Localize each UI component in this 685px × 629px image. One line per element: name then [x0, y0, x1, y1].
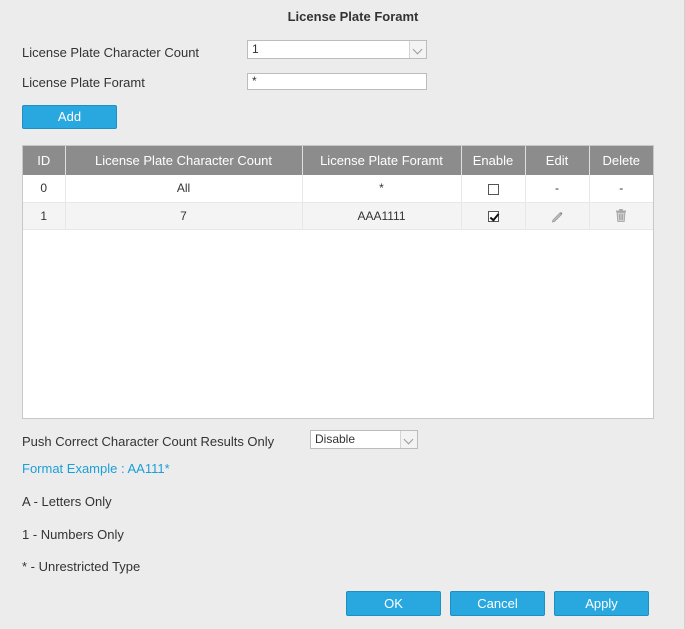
trash-icon[interactable] [614, 208, 628, 223]
chevron-down-icon [400, 431, 417, 448]
cell-enable [461, 175, 526, 203]
cell-char-count: 7 [65, 202, 303, 230]
header-delete: Delete [589, 146, 653, 175]
char-count-label: License Plate Character Count [22, 45, 200, 60]
help-numbers: 1 - Numbers Only [22, 527, 124, 542]
cell-delete [589, 202, 653, 230]
ok-button[interactable]: OK [346, 591, 441, 616]
push-value: Disable [315, 432, 356, 446]
enable-checkbox[interactable] [487, 210, 499, 222]
header-format: License Plate Foramt [302, 146, 462, 175]
header-enable: Enable [461, 146, 526, 175]
cell-char-count: All [65, 175, 303, 203]
push-select[interactable]: Disable [310, 430, 418, 449]
pencil-icon[interactable] [550, 209, 564, 223]
dialog: License Plate Foramt License Plate Chara… [0, 0, 685, 629]
apply-button[interactable]: Apply [554, 591, 649, 616]
cell-edit: - [525, 175, 590, 203]
help-unrestricted: * - Unrestricted Type [22, 559, 141, 574]
format-label: License Plate Foramt [22, 75, 145, 90]
dialog-title: License Plate Foramt [287, 9, 419, 24]
cell-enable [461, 202, 526, 230]
format-example: Format Example : AA111* [22, 461, 170, 476]
table-header-row: ID License Plate Character Count License… [23, 146, 653, 175]
help-letters: A - Letters Only [22, 494, 112, 509]
push-label: Push Correct Character Count Results Onl… [22, 434, 275, 449]
header-char-count: License Plate Character Count [65, 146, 303, 175]
chevron-down-icon [409, 41, 426, 58]
cell-format: AAA1111 [302, 202, 462, 230]
cell-delete: - [589, 175, 653, 203]
format-table: ID License Plate Character Count License… [22, 145, 654, 419]
header-id: ID [23, 146, 66, 175]
cell-id: 1 [23, 202, 66, 230]
cancel-button[interactable]: Cancel [450, 591, 545, 616]
header-edit: Edit [525, 146, 590, 175]
table-row: 1 7 AAA1111 [23, 202, 653, 230]
char-count-value: 1 [252, 42, 259, 56]
cell-format: * [302, 175, 462, 203]
enable-checkbox[interactable] [487, 183, 499, 195]
cell-id: 0 [23, 175, 66, 203]
table-row: 0 All * - - [23, 175, 653, 203]
add-button[interactable]: Add [22, 105, 117, 129]
cell-edit [525, 202, 590, 230]
char-count-select[interactable]: 1 [247, 40, 427, 59]
format-input[interactable]: * [247, 73, 427, 90]
